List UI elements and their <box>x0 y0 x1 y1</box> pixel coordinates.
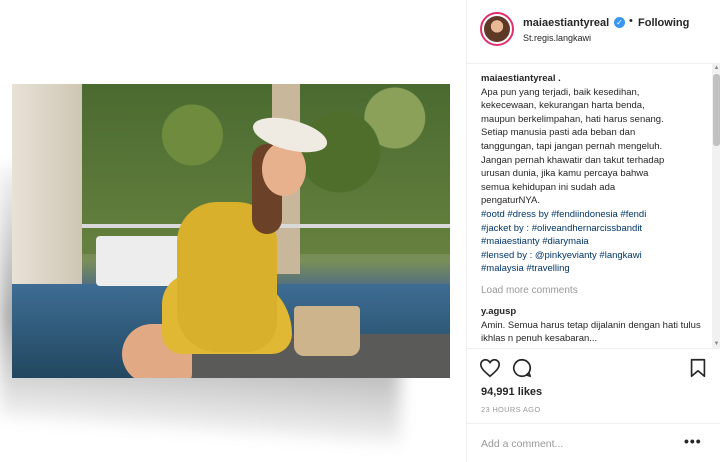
post-caption: maiaestiantyreal . Apa pun yang terjadi,… <box>481 72 713 276</box>
separator-dot: • <box>629 15 633 27</box>
load-more-comments-button[interactable]: Load more comments <box>481 285 578 296</box>
post-header: maiaestiantyreal ✓ • Following St.regis.… <box>467 0 720 64</box>
post-photo[interactable] <box>12 84 450 378</box>
add-comment-bar: ••• <box>467 423 720 462</box>
comments-scrollbar[interactable]: ▲ ▼ <box>712 64 720 348</box>
caption-hashtags[interactable]: #ootd #dress by #fendiindonesia #fendi #… <box>481 208 713 276</box>
photo-basket <box>294 306 360 356</box>
scroll-up-arrow-icon[interactable]: ▲ <box>713 65 720 72</box>
caption-text: Apa pun yang terjadi, baik kesedihan, ke… <box>481 86 665 207</box>
avatar[interactable] <box>480 12 514 46</box>
post-side-panel: maiaestiantyreal ✓ • Following St.regis.… <box>466 0 720 462</box>
comments-section[interactable]: maiaestiantyreal . Apa pun yang terjadi,… <box>467 64 720 349</box>
post-timestamp[interactable]: 23 HOURS AGO <box>481 405 540 414</box>
location-link[interactable]: St.regis.langkawi <box>523 33 591 43</box>
comment-text: Amin. Semua harus tetap dijalanin dengan… <box>481 319 701 345</box>
add-comment-input[interactable] <box>481 436 671 452</box>
avatar-image <box>484 16 510 42</box>
scrollbar-thumb[interactable] <box>713 74 720 146</box>
following-button[interactable]: Following <box>638 17 689 29</box>
verified-badge-icon: ✓ <box>614 17 625 28</box>
post-actions <box>467 354 720 384</box>
bookmark-icon[interactable] <box>687 357 709 379</box>
more-options-icon[interactable]: ••• <box>684 433 702 449</box>
likes-count[interactable]: 94,991 likes <box>481 386 542 398</box>
comment-item: y.agusp Amin. Semua harus tetap dijalani… <box>481 305 711 346</box>
comment-bubble-icon[interactable] <box>511 357 533 379</box>
comment-username[interactable]: y.agusp <box>481 305 711 319</box>
header-username[interactable]: maiaestiantyreal <box>523 17 609 29</box>
post-media-area <box>0 0 462 462</box>
caption-username[interactable]: maiaestiantyreal . <box>481 72 713 86</box>
scroll-down-arrow-icon[interactable]: ▼ <box>713 341 720 348</box>
heart-icon[interactable] <box>479 357 501 379</box>
